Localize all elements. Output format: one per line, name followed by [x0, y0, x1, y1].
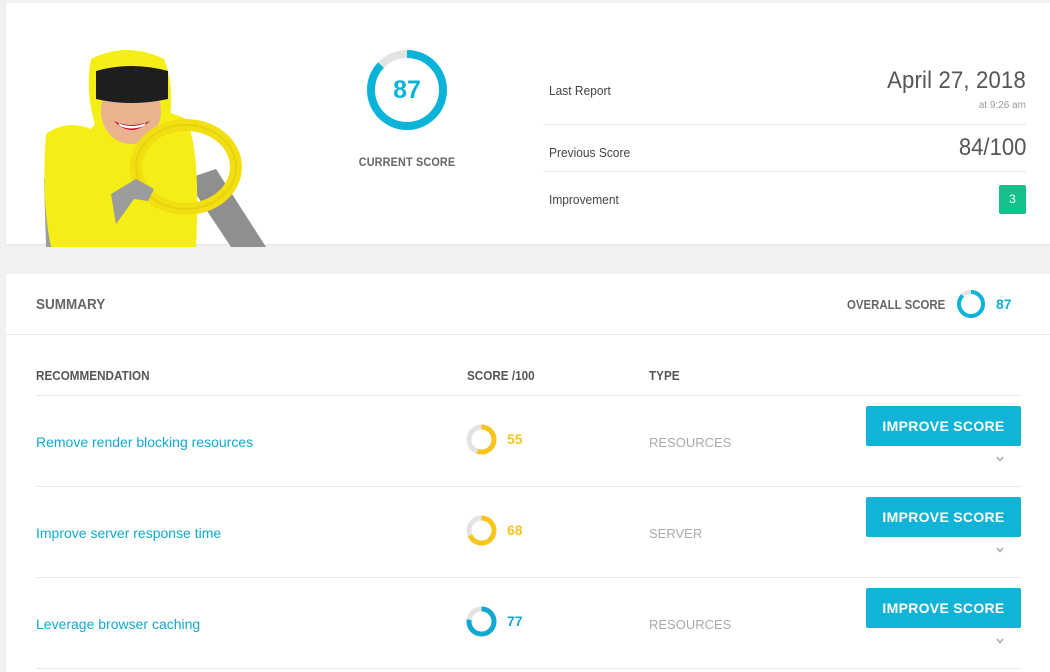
- score-overview-card: 87 CURRENT SCORE Last Report April 27, 2…: [6, 0, 1050, 247]
- last-report-row: Last Report April 27, 2018 at 9:26 am: [543, 55, 1026, 125]
- recommendation-link[interactable]: Leverage browser caching: [36, 616, 200, 632]
- chevron-down-icon[interactable]: [995, 636, 1005, 646]
- overall-score-value: 87: [996, 296, 1012, 312]
- recommendation-list: Remove render blocking resources 55 RESO…: [36, 395, 1021, 669]
- previous-score-value: 84/100: [958, 134, 1026, 161]
- score-ring: [466, 606, 497, 637]
- overall-score-ring: [957, 290, 985, 318]
- table-row: Improve server response time 68 SERVER I…: [36, 487, 1021, 578]
- summary-card: SUMMARY OVERALL SCORE 87 RECOMMENDATION …: [6, 274, 1050, 672]
- score-value: 68: [507, 522, 523, 538]
- score-ring: [466, 424, 497, 455]
- type-value: SERVER: [649, 526, 703, 541]
- improvement-row: Improvement 3: [543, 172, 1026, 226]
- score-ring: [466, 515, 497, 546]
- improvement-badge: 3: [999, 185, 1026, 214]
- previous-score-label: Previous Score: [549, 145, 631, 160]
- table-row: Remove render blocking resources 55 RESO…: [36, 396, 1021, 487]
- recommendation-link[interactable]: Remove render blocking resources: [36, 434, 253, 450]
- improve-score-button[interactable]: IMPROVE SCORE: [866, 406, 1021, 446]
- last-report-label: Last Report: [549, 83, 611, 98]
- type-value: RESOURCES: [649, 435, 732, 450]
- overall-score-label: OVERALL SCORE: [847, 297, 946, 312]
- table-row: Leverage browser caching 77 RESOURCES IM…: [36, 578, 1021, 669]
- report-info: Last Report April 27, 2018 at 9:26 am Pr…: [543, 55, 1026, 226]
- score-value: 55: [507, 431, 523, 447]
- current-score-value: 87: [393, 76, 421, 104]
- score-value: 77: [507, 613, 523, 629]
- current-score-caption: CURRENT SCORE: [358, 155, 456, 169]
- last-report-date: April 27, 2018: [887, 67, 1026, 94]
- summary-header: SUMMARY OVERALL SCORE 87: [6, 274, 1050, 335]
- improve-score-button[interactable]: IMPROVE SCORE: [866, 497, 1021, 537]
- header-type: TYPE: [649, 368, 680, 383]
- previous-score-row: Previous Score 84/100: [543, 125, 1026, 172]
- current-score-block: 87 CURRENT SCORE: [351, 49, 463, 169]
- chevron-down-icon[interactable]: [995, 545, 1005, 555]
- improve-score-button[interactable]: IMPROVE SCORE: [866, 588, 1021, 628]
- current-score-ring: 87: [366, 49, 448, 131]
- header-recommendation: RECOMMENDATION: [36, 368, 150, 383]
- last-report-time: at 9:26 am: [978, 100, 1026, 111]
- recommendation-link[interactable]: Improve server response time: [36, 525, 221, 541]
- improvement-label: Improvement: [549, 192, 619, 207]
- summary-title: SUMMARY: [36, 296, 106, 313]
- type-value: RESOURCES: [649, 617, 732, 632]
- header-score: SCORE /100: [467, 368, 535, 383]
- chevron-down-icon[interactable]: [995, 454, 1005, 464]
- mascot-illustration: [44, 50, 266, 247]
